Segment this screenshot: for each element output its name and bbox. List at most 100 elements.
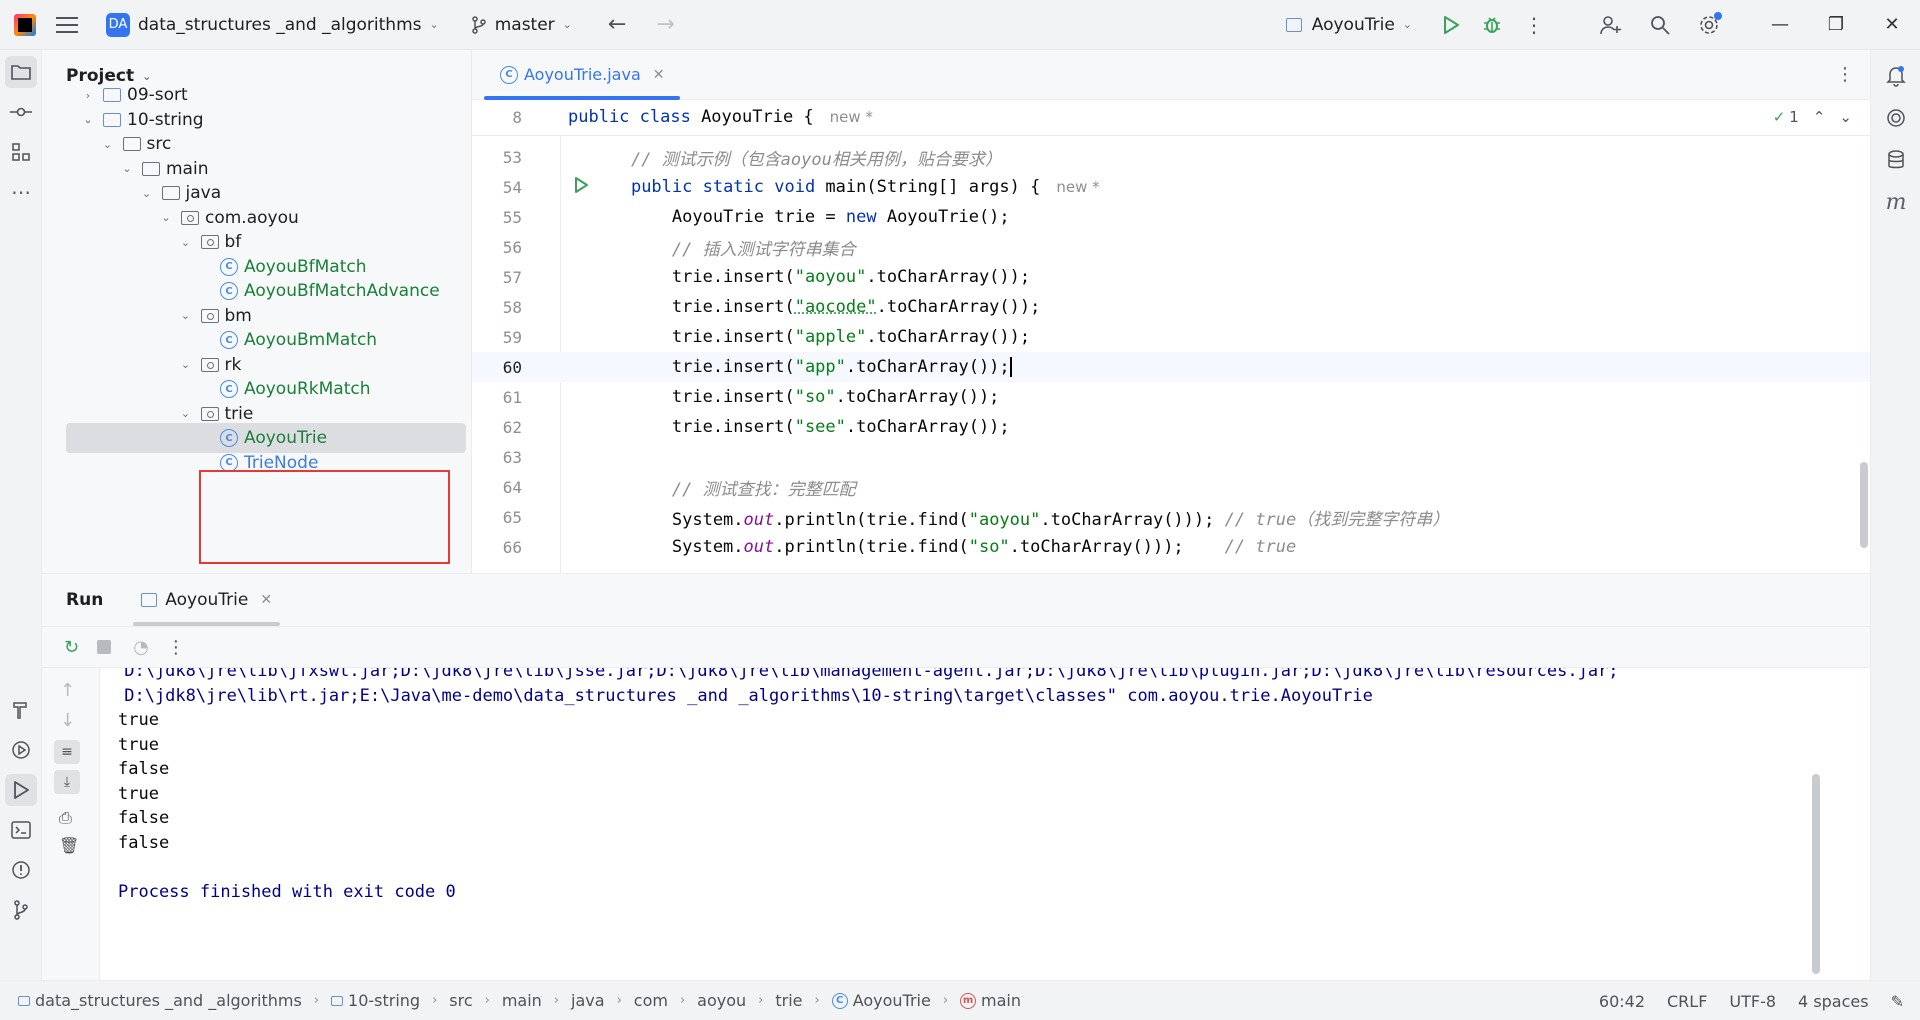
tree-item-label: AoyouBmMatch xyxy=(244,330,378,350)
breadcrumb-label: main xyxy=(501,991,542,1010)
trash-icon[interactable]: 🗑 xyxy=(59,836,79,855)
package-icon xyxy=(181,210,199,225)
code-line-54: 54 public static void main(String[] args… xyxy=(472,172,1870,202)
close-window-button[interactable]: ✕ xyxy=(1864,0,1920,50)
code-line-56: 56 // 插入测试字符串集合 xyxy=(502,237,856,260)
breadcrumb-label: 10-string xyxy=(348,991,421,1010)
arrow-down-icon[interactable]: ↓ xyxy=(60,710,75,731)
chevron-up-icon[interactable]: ⌃ xyxy=(1813,108,1826,126)
more-actions-icon[interactable]: ⋮ xyxy=(167,637,185,658)
minimize-button[interactable]: — xyxy=(1752,0,1808,50)
inspection-widget[interactable]: ✓ 1 ⌃ ⌄ xyxy=(1773,108,1852,126)
expand-arrow-icon[interactable]: ⌄ xyxy=(179,407,193,420)
expand-arrow-icon[interactable]: ⌄ xyxy=(140,187,154,200)
console-line: false xyxy=(118,832,170,853)
lock-icon[interactable]: ✎ xyxy=(1891,992,1904,1011)
module-icon xyxy=(103,88,121,102)
code-line-60[interactable]: 60 trie.insert("app".toCharArray()); xyxy=(472,352,1870,382)
folder-icon xyxy=(142,161,160,176)
more-actions-icon[interactable]: ⋮ xyxy=(1516,8,1552,42)
problems-icon[interactable] xyxy=(5,854,37,886)
expand-arrow-icon[interactable]: ⌄ xyxy=(101,138,115,151)
console-output[interactable]: D:\jdk8\jre\lib\jfxswt.jar;D:\jdk8\jre\l… xyxy=(100,668,1870,981)
breadcrumb-item[interactable]: java xyxy=(571,991,605,1010)
commit-icon[interactable] xyxy=(5,96,37,128)
breadcrumb-item[interactable]: m main xyxy=(960,991,1021,1010)
add-user-icon[interactable] xyxy=(1592,8,1630,42)
main-menu-icon[interactable] xyxy=(56,16,78,33)
expand-arrow-icon[interactable]: ⌄ xyxy=(179,358,193,371)
maven-icon[interactable]: m xyxy=(1880,186,1912,218)
settings-gear-icon[interactable] xyxy=(1690,8,1728,42)
run-tab-aoyoutrie[interactable]: AoyouTrie ✕ xyxy=(133,574,281,626)
breadcrumb-item[interactable]: 10-string xyxy=(331,991,420,1010)
right-tool-strip: m xyxy=(1870,50,1920,980)
search-icon[interactable] xyxy=(1642,8,1678,42)
breadcrumb-item[interactable]: src xyxy=(449,991,472,1010)
restore-button[interactable]: ❐ xyxy=(1808,0,1864,50)
chevron-down-icon[interactable]: ⌄ xyxy=(1839,108,1852,126)
console-vertical-scrollbar[interactable] xyxy=(1812,774,1820,974)
forward-button[interactable]: → xyxy=(648,8,682,42)
scroll-to-end-icon[interactable]: ⤓ xyxy=(54,770,80,794)
editor-vertical-scrollbar[interactable] xyxy=(1860,462,1868,548)
rerun-icon[interactable]: ↻ xyxy=(64,637,79,658)
chevron-down-icon: ⌄ xyxy=(1402,18,1412,31)
branch-selector[interactable]: master ⌄ xyxy=(463,8,580,42)
close-tab-icon[interactable]: ✕ xyxy=(653,67,665,83)
chevron-down-icon: ⌄ xyxy=(562,18,572,31)
breadcrumb-item[interactable]: data_structures _and _algorithms xyxy=(18,991,302,1010)
run-button[interactable] xyxy=(1434,8,1468,42)
structure-icon[interactable] xyxy=(5,136,37,168)
code-line-55: 55 AoyouTrie trie = new AoyouTrie(); xyxy=(502,207,1010,227)
tree-item-label: rk xyxy=(224,354,242,375)
console-line: D:\jdk8\jre\lib\rt.jar;E:\Java\me-demo\d… xyxy=(114,685,1373,706)
services-icon[interactable] xyxy=(5,734,37,766)
tree-item-label: 09-sort xyxy=(127,85,188,105)
line-separator[interactable]: CRLF xyxy=(1667,992,1707,1011)
folder-icon[interactable] xyxy=(5,56,37,88)
expand-arrow-icon[interactable]: › xyxy=(81,89,95,102)
breadcrumb-item[interactable]: com xyxy=(634,991,668,1010)
soft-wrap-icon[interactable]: ≡ xyxy=(54,740,80,764)
expand-arrow-icon[interactable]: ⌄ xyxy=(120,162,134,175)
ai-assistant-icon[interactable] xyxy=(1880,102,1912,134)
breadcrumb-item[interactable]: trie xyxy=(775,991,802,1010)
expand-arrow-icon[interactable]: ⌄ xyxy=(81,113,95,126)
expand-arrow-icon[interactable]: ⌄ xyxy=(159,211,173,224)
indent-setting[interactable]: 4 spaces xyxy=(1798,992,1869,1011)
breadcrumb-separator-icon: › xyxy=(616,993,622,1008)
back-button[interactable]: ← xyxy=(600,8,634,42)
editor-tab-aoyoutrie[interactable]: C AoyouTrie.java ✕ xyxy=(484,50,681,100)
arrow-up-icon[interactable]: ↑ xyxy=(60,680,75,701)
print-icon[interactable]: ⎙ xyxy=(59,808,72,828)
package-icon xyxy=(200,357,219,372)
file-encoding[interactable]: UTF-8 xyxy=(1729,992,1776,1011)
terminal-icon[interactable] xyxy=(5,814,37,846)
branch-icon xyxy=(471,15,486,34)
breadcrumb-item[interactable]: aoyou xyxy=(697,991,746,1010)
breadcrumb-label: AoyouTrie xyxy=(852,991,931,1010)
close-tab-icon[interactable]: ✕ xyxy=(260,592,272,608)
breadcrumb-item[interactable]: C AoyouTrie xyxy=(831,991,931,1010)
run-config-selector[interactable]: AoyouTrie ⌄ xyxy=(1278,8,1420,42)
expand-arrow-icon[interactable]: ⌄ xyxy=(179,309,193,322)
database-icon[interactable] xyxy=(1880,144,1912,176)
stop-icon[interactable] xyxy=(97,640,112,654)
more-icon[interactable]: ⋯ xyxy=(5,176,37,208)
project-selector[interactable]: DA data_structures _and _algorithms ⌄ xyxy=(98,8,447,42)
run-icon[interactable] xyxy=(5,774,37,806)
code-line-61: 61 trie.insert("so".toCharArray()); xyxy=(502,387,1000,407)
profiler-icon[interactable]: ◔ xyxy=(133,637,149,658)
editor-more-icon[interactable]: ⋮ xyxy=(1836,64,1854,85)
tree-item-label: AoyouBfMatchAdvance xyxy=(244,281,440,301)
build-icon[interactable] xyxy=(5,694,37,726)
new-hint: new * xyxy=(829,108,873,126)
git-icon[interactable] xyxy=(5,894,37,926)
caret-position[interactable]: 60:42 xyxy=(1599,992,1645,1011)
breadcrumb-item[interactable]: main xyxy=(502,991,542,1010)
debug-button[interactable] xyxy=(1474,8,1510,42)
intellij-logo-icon[interactable] xyxy=(14,13,36,36)
notifications-icon[interactable] xyxy=(1880,60,1912,92)
expand-arrow-icon[interactable]: ⌄ xyxy=(179,236,193,249)
